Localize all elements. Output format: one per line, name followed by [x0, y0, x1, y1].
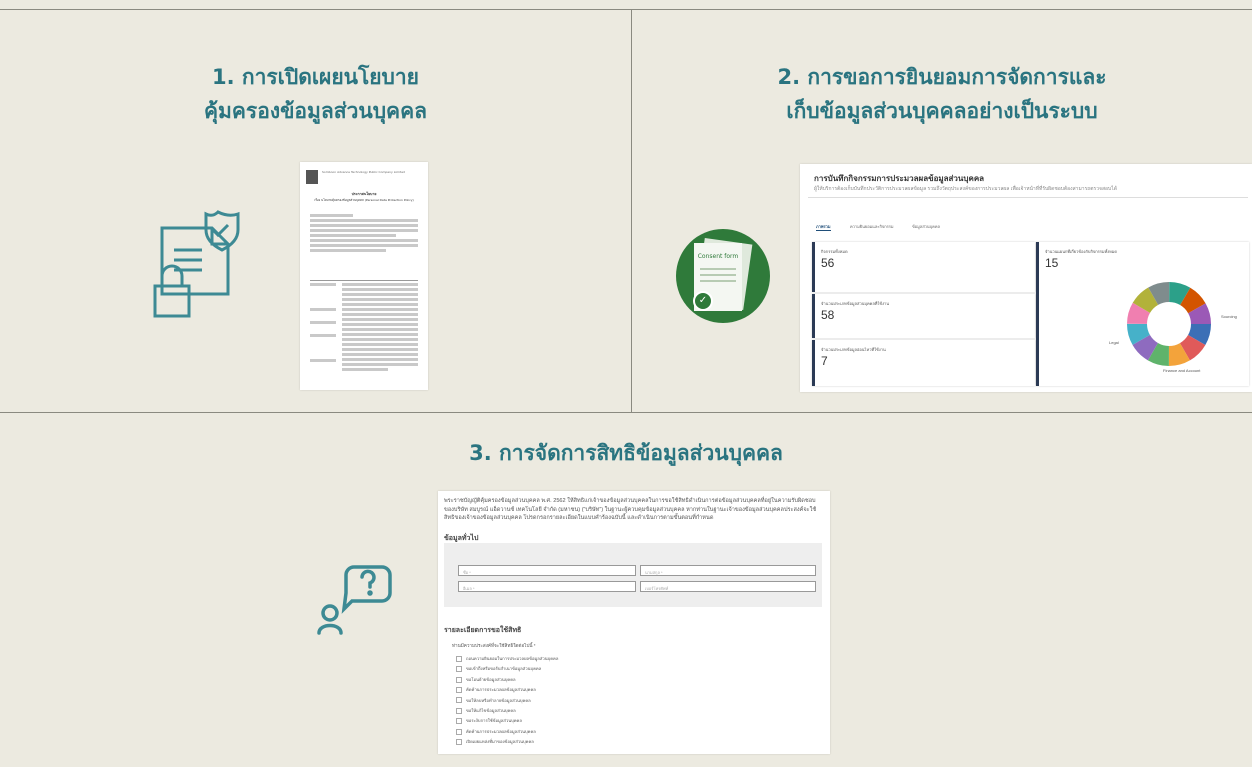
card-departments: จำนวนแผนกที่เกี่ยวข้องกับกิจกรรมทั้งหมด … — [1036, 242, 1249, 386]
policy-heading: ประกาศนโยบาย — [351, 192, 377, 196]
person-question-bubble-icon — [317, 565, 392, 635]
rights-option-label: ขอให้แก้ไขข้อมูลส่วนบุคคล — [466, 708, 516, 713]
donut-label-finance: Finance and Account — [1163, 368, 1201, 373]
department-donut-chart — [1127, 282, 1211, 366]
checkbox[interactable] — [456, 707, 462, 714]
middle-divider — [0, 412, 1252, 413]
card-total-activities: กิจกรรมทั้งหมด 56 — [812, 242, 1035, 292]
rights-option[interactable]: ถอนความยินยอมในการประมวลผลข้อมูลส่วนบุคค… — [456, 655, 558, 662]
dashboard-title: การบันทึกกิจกรรมการประมวลผลข้อมูลส่วนบุค… — [814, 174, 985, 183]
tab-overview[interactable]: ภาพรวม — [816, 223, 831, 231]
rights-option[interactable]: ขอระงับการใช้ข้อมูลส่วนบุคคล — [456, 717, 522, 725]
company-logo — [306, 170, 318, 184]
tab-consent-activities[interactable]: ความยินยอมและกิจกรรม — [850, 223, 894, 230]
rights-option-label: ขอระงับการใช้ข้อมูลส่วนบุคคล — [466, 718, 522, 724]
card-sensitive-data-types: จำนวนประเภทข้อมูลอ่อนไหวที่ใช้งาน 7 — [812, 340, 1035, 386]
rights-option-label: ขอโอนย้ายข้อมูลส่วนบุคคล — [466, 676, 516, 682]
processing-dashboard-screenshot: การบันทึกกิจกรรมการประมวลผลข้อมูลส่วนบุค… — [800, 164, 1252, 392]
policy-body — [310, 212, 418, 254]
policy-table — [310, 280, 418, 385]
phone-field[interactable]: เบอร์โทรศัพท์ — [640, 581, 816, 592]
donut-label-sourcing: Sourcing — [1221, 314, 1237, 319]
check-circle-icon: ✓ — [693, 291, 713, 311]
rights-option[interactable]: เปิดเผยแหล่งที่มาของข้อมูลส่วนบุคคล — [456, 738, 534, 746]
checkbox[interactable] — [456, 666, 462, 673]
card-personal-data-types: จำนวนประเภทข้อมูลส่วนบุคคลที่ใช้งาน 58 — [812, 294, 1035, 338]
last-name-field[interactable]: นามสกุล * — [640, 565, 816, 576]
checkbox[interactable] — [456, 739, 462, 746]
general-info-panel: ชื่อ * นามสกุล * อีเมล * เบอร์โทรศัพท์ — [444, 543, 822, 607]
donut-label-legal: Legal — [1109, 340, 1119, 345]
section-1-title: 1. การเปิดเผยนโยบาย คุ้มครองข้อมูลส่วนบุ… — [203, 65, 428, 123]
email-field[interactable]: อีเมล * — [458, 581, 636, 592]
checkbox[interactable] — [456, 687, 462, 694]
checkbox[interactable] — [456, 697, 462, 704]
company-name: Somboon Advance Technology Public Compan… — [322, 170, 405, 174]
top-divider — [0, 9, 1252, 10]
policy-document-thumbnail: Somboon Advance Technology Public Compan… — [300, 162, 428, 390]
consent-form-check-icon: Consent form ✓ — [676, 229, 770, 323]
rights-request-form-screenshot: พระราชบัญญัติคุ้มครองข้อมูลส่วนบุคคล พ.ศ… — [438, 491, 830, 754]
rights-option-label: ขอให้ลบหรือทำลายข้อมูลส่วนบุคคล — [466, 697, 531, 703]
rights-heading: รายละเอียดการขอใช้สิทธิ — [444, 627, 522, 634]
secure-document-lock-icon — [153, 210, 240, 318]
section-2-title: 2. การขอการยินยอมการจัดการและ เก็บข้อมูล… — [777, 65, 1107, 123]
rights-option[interactable]: ขอให้ลบหรือทำลายข้อมูลส่วนบุคคล — [456, 697, 531, 704]
form-intro: พระราชบัญญัติคุ้มครองข้อมูลส่วนบุคคล พ.ศ… — [444, 498, 817, 521]
first-name-field[interactable]: ชื่อ * — [458, 565, 636, 576]
dashboard-subtitle: ผู้ให้บริการต้องเก็บบันทึกประวัติการประม… — [814, 186, 1117, 192]
tab-personal-data[interactable]: ข้อมูลส่วนบุคคล — [912, 223, 940, 230]
rights-option-label: คัดค้านการประมวลผลข้อมูลส่วนบุคคล — [466, 728, 536, 734]
rights-question: ท่านมีความประสงค์ที่จะใช้สิทธิใดต่อไปนี้… — [452, 643, 536, 648]
checkbox[interactable] — [456, 655, 462, 662]
rights-option[interactable]: คัดค้านการประมวลผลข้อมูลส่วนบุคคล — [456, 728, 536, 735]
rights-option-label: ถอนความยินยอมในการประมวลผลข้อมูลส่วนบุคค… — [466, 656, 559, 661]
rights-option[interactable]: คัดค้านการประมวลผลข้อมูลส่วนบุคคล — [456, 686, 536, 694]
rights-option-label: ขอเข้าถึงหรือขอรับสำเนาข้อมูลส่วนบุคคล — [466, 666, 542, 672]
rights-option[interactable]: ขอให้แก้ไขข้อมูลส่วนบุคคล — [456, 707, 516, 714]
checkbox[interactable] — [456, 728, 462, 735]
policy-subheading: เรื่อง นโยบายคุ้มครองข้อมูลส่วนบุคคล (Pe… — [314, 198, 414, 202]
rights-option-label: เปิดเผยแหล่งที่มาของข้อมูลส่วนบุคคล — [466, 739, 534, 745]
checkbox[interactable] — [456, 676, 462, 683]
checkbox[interactable] — [456, 718, 462, 725]
rights-option-label: คัดค้านการประมวลผลข้อมูลส่วนบุคคล — [466, 687, 536, 693]
rights-option[interactable]: ขอโอนย้ายข้อมูลส่วนบุคคล — [456, 676, 516, 683]
rights-option[interactable]: ขอเข้าถึงหรือขอรับสำเนาข้อมูลส่วนบุคคล — [456, 665, 542, 673]
section-3-title: 3. การจัดการสิทธิข้อมูลส่วนบุคคล — [469, 441, 783, 465]
